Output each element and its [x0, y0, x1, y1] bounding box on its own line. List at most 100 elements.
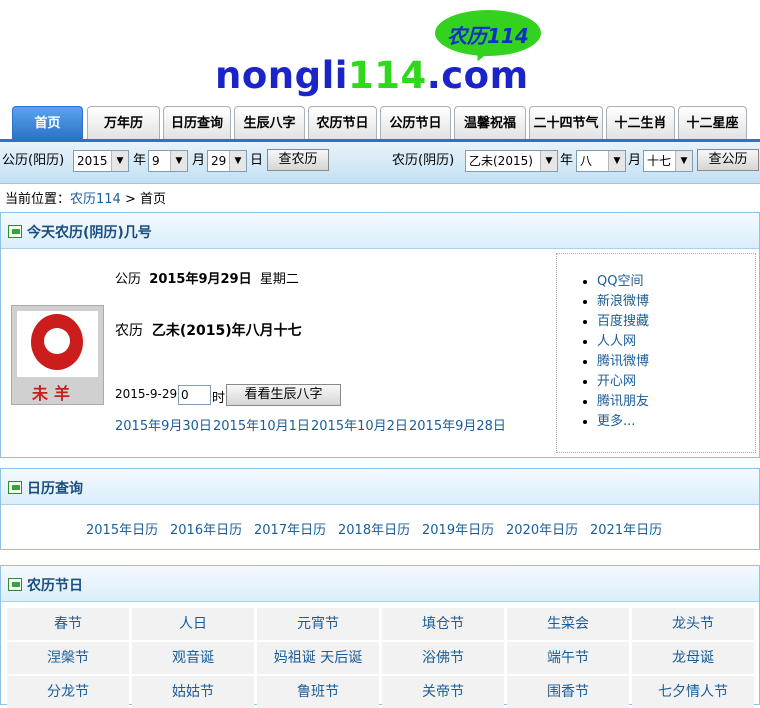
tab-perpetual-calendar[interactable]: 万年历 — [87, 106, 160, 139]
share-item[interactable]: 腾讯朋友 — [597, 392, 755, 412]
festival-link[interactable]: 元宵节 — [257, 608, 379, 640]
today-panel-title: 今天农历(阴历)几号 — [27, 225, 152, 241]
share-link[interactable]: 更多... — [597, 414, 635, 429]
zodiac-image-inner — [17, 311, 98, 377]
main-nav: 首页 万年历 日历查询 生辰八字 农历节日 公历节日 温馨祝福 二十四节气 十二… — [10, 106, 760, 140]
breadcrumb-site-link[interactable]: 农历114 — [70, 192, 121, 207]
tab-solar-festivals[interactable]: 公历节日 — [380, 106, 451, 139]
solar-year-select[interactable]: 2015 ▼ — [73, 150, 129, 172]
share-link[interactable]: 开心网 — [597, 374, 636, 389]
date-link[interactable]: 2015年10月2日 — [311, 415, 408, 434]
hour-input[interactable]: 0 — [178, 385, 211, 405]
breadcrumb-current: 首页 — [140, 192, 167, 207]
share-link[interactable]: 人人网 — [597, 334, 636, 349]
date-link[interactable]: 2015年10月1日 — [213, 415, 310, 434]
lunar-month-value: 八 — [580, 154, 593, 168]
year-calendar-link[interactable]: 2020年日历 — [506, 519, 578, 538]
share-item[interactable]: 开心网 — [597, 372, 755, 392]
date-search-bar: 公历(阳历) 2015 ▼ 年 9 ▼ 月 29 ▼ 日 查农历 农历(阴历) 乙未(… — [0, 142, 760, 184]
share-link[interactable]: QQ空间 — [597, 274, 643, 289]
solar-date-label: 公历 — [115, 272, 142, 287]
year-calendar-link[interactable]: 2021年日历 — [590, 519, 662, 538]
lunar-label: 农历(阴历) — [392, 153, 455, 168]
day-unit: 日 — [250, 153, 264, 168]
date-link[interactable]: 2015年9月30日 — [115, 415, 212, 434]
lunar-year-select[interactable]: 乙未(2015) ▼ — [465, 150, 558, 172]
query-solar-button[interactable]: 查公历 — [697, 149, 759, 171]
tab-constellations[interactable]: 十二星座 — [678, 106, 747, 139]
festival-link[interactable]: 填仓节 — [382, 608, 504, 640]
festival-link[interactable]: 端午节 — [507, 642, 629, 674]
festival-link[interactable]: 七夕情人节 — [632, 676, 754, 708]
tab-solar-terms[interactable]: 二十四节气 — [529, 106, 603, 139]
share-link[interactable]: 腾讯朋友 — [597, 394, 649, 409]
festival-link[interactable]: 生菜会 — [507, 608, 629, 640]
query-lunar-button[interactable]: 查农历 — [267, 149, 329, 171]
tab-lunar-festivals[interactable]: 农历节日 — [308, 106, 377, 139]
lunar-month-unit: 月 — [628, 153, 642, 168]
calendar-panel-title: 日历查询 — [27, 481, 83, 497]
tab-home[interactable]: 首页 — [12, 106, 83, 139]
festival-link[interactable]: 龙母诞 — [632, 642, 754, 674]
festival-link[interactable]: 鲁班节 — [257, 676, 379, 708]
site-logo[interactable]: 农历114 nongli114.com — [215, 8, 545, 97]
festival-link[interactable]: 浴佛节 — [382, 642, 504, 674]
solar-year-value: 2015 — [77, 154, 108, 168]
festival-link[interactable]: 分龙节 — [7, 676, 129, 708]
share-link[interactable]: 腾讯微博 — [597, 354, 649, 369]
festival-link[interactable]: 妈祖诞 天后诞 — [257, 642, 379, 674]
festival-link[interactable]: 涅槃节 — [7, 642, 129, 674]
date-link[interactable]: 2015年9月28日 — [409, 415, 506, 434]
share-box: QQ空间 新浪微博 百度搜藏 人人网 腾讯微博 开心网 腾讯朋友 更多... — [556, 253, 756, 453]
weekday: 星期二 — [259, 272, 299, 287]
chevron-down-icon: ▼ — [111, 151, 128, 171]
calendar-search-icon — [8, 225, 22, 238]
share-link[interactable]: 百度搜藏 — [597, 314, 649, 329]
chevron-down-icon: ▼ — [170, 151, 187, 171]
solar-label: 公历(阳历) — [2, 153, 65, 168]
share-item[interactable]: 腾讯微博 — [597, 352, 755, 372]
festival-link[interactable]: 人日 — [132, 608, 254, 640]
lunar-year-value: 乙未(2015) — [469, 154, 533, 168]
festival-link[interactable]: 姑姑节 — [132, 676, 254, 708]
tab-greetings[interactable]: 温馨祝福 — [454, 106, 526, 139]
year-calendar-link[interactable]: 2017年日历 — [254, 519, 326, 538]
calendar-search-icon — [8, 481, 22, 494]
lunar-month-select[interactable]: 八 ▼ — [576, 150, 626, 172]
festival-link[interactable]: 龙头节 — [632, 608, 754, 640]
month-unit: 月 — [192, 153, 206, 168]
zodiac-label: 未羊 — [32, 384, 77, 403]
year-calendar-link[interactable]: 2015年日历 — [86, 519, 158, 538]
solar-date-line: 公历 2015年9月29日 星期二 — [115, 268, 299, 287]
tab-bazi[interactable]: 生辰八字 — [234, 106, 305, 139]
solar-month-select[interactable]: 9 ▼ — [148, 150, 188, 172]
share-item[interactable]: 更多... — [597, 412, 755, 432]
festival-link[interactable]: 春节 — [7, 608, 129, 640]
year-calendar-link[interactable]: 2019年日历 — [422, 519, 494, 538]
lunar-day-select[interactable]: 十七 ▼ — [643, 150, 693, 172]
share-item[interactable]: QQ空间 — [597, 272, 755, 292]
tab-calendar-query[interactable]: 日历查询 — [163, 106, 231, 139]
bazi-button[interactable]: 看看生辰八字 — [226, 384, 341, 406]
breadcrumb: 当前位置：农历114 > 首页 — [5, 188, 166, 207]
share-item[interactable]: 新浪微博 — [597, 292, 755, 312]
share-link[interactable]: 新浪微博 — [597, 294, 649, 309]
share-item[interactable]: 人人网 — [597, 332, 755, 352]
solar-day-select[interactable]: 29 ▼ — [207, 150, 247, 172]
year-calendar-link[interactable]: 2018年日历 — [338, 519, 410, 538]
lunar-festivals-panel: 农历节日 春节 人日 元宵节 填仓节 生菜会 龙头节 涅槃节 观音诞 妈祖诞 天… — [0, 565, 760, 708]
festival-link[interactable]: 关帝节 — [382, 676, 504, 708]
solar-month-value: 9 — [152, 154, 160, 168]
festival-link[interactable]: 围香节 — [507, 676, 629, 708]
share-item[interactable]: 百度搜藏 — [597, 312, 755, 332]
year-calendar-link[interactable]: 2016年日历 — [170, 519, 242, 538]
chevron-down-icon: ▼ — [608, 151, 625, 171]
chevron-down-icon: ▼ — [675, 151, 692, 171]
share-list: QQ空间 新浪微博 百度搜藏 人人网 腾讯微博 开心网 腾讯朋友 更多... — [557, 254, 755, 432]
logo-bubble-text: 农历114 — [447, 24, 529, 48]
lunar-date-value: 乙未(2015)年八月十七 — [151, 323, 302, 339]
tab-chinese-zodiac[interactable]: 十二生肖 — [606, 106, 675, 139]
breadcrumb-prefix: 当前位置： — [5, 192, 71, 207]
lunar-date-label: 农历 — [115, 323, 143, 339]
festival-link[interactable]: 观音诞 — [132, 642, 254, 674]
